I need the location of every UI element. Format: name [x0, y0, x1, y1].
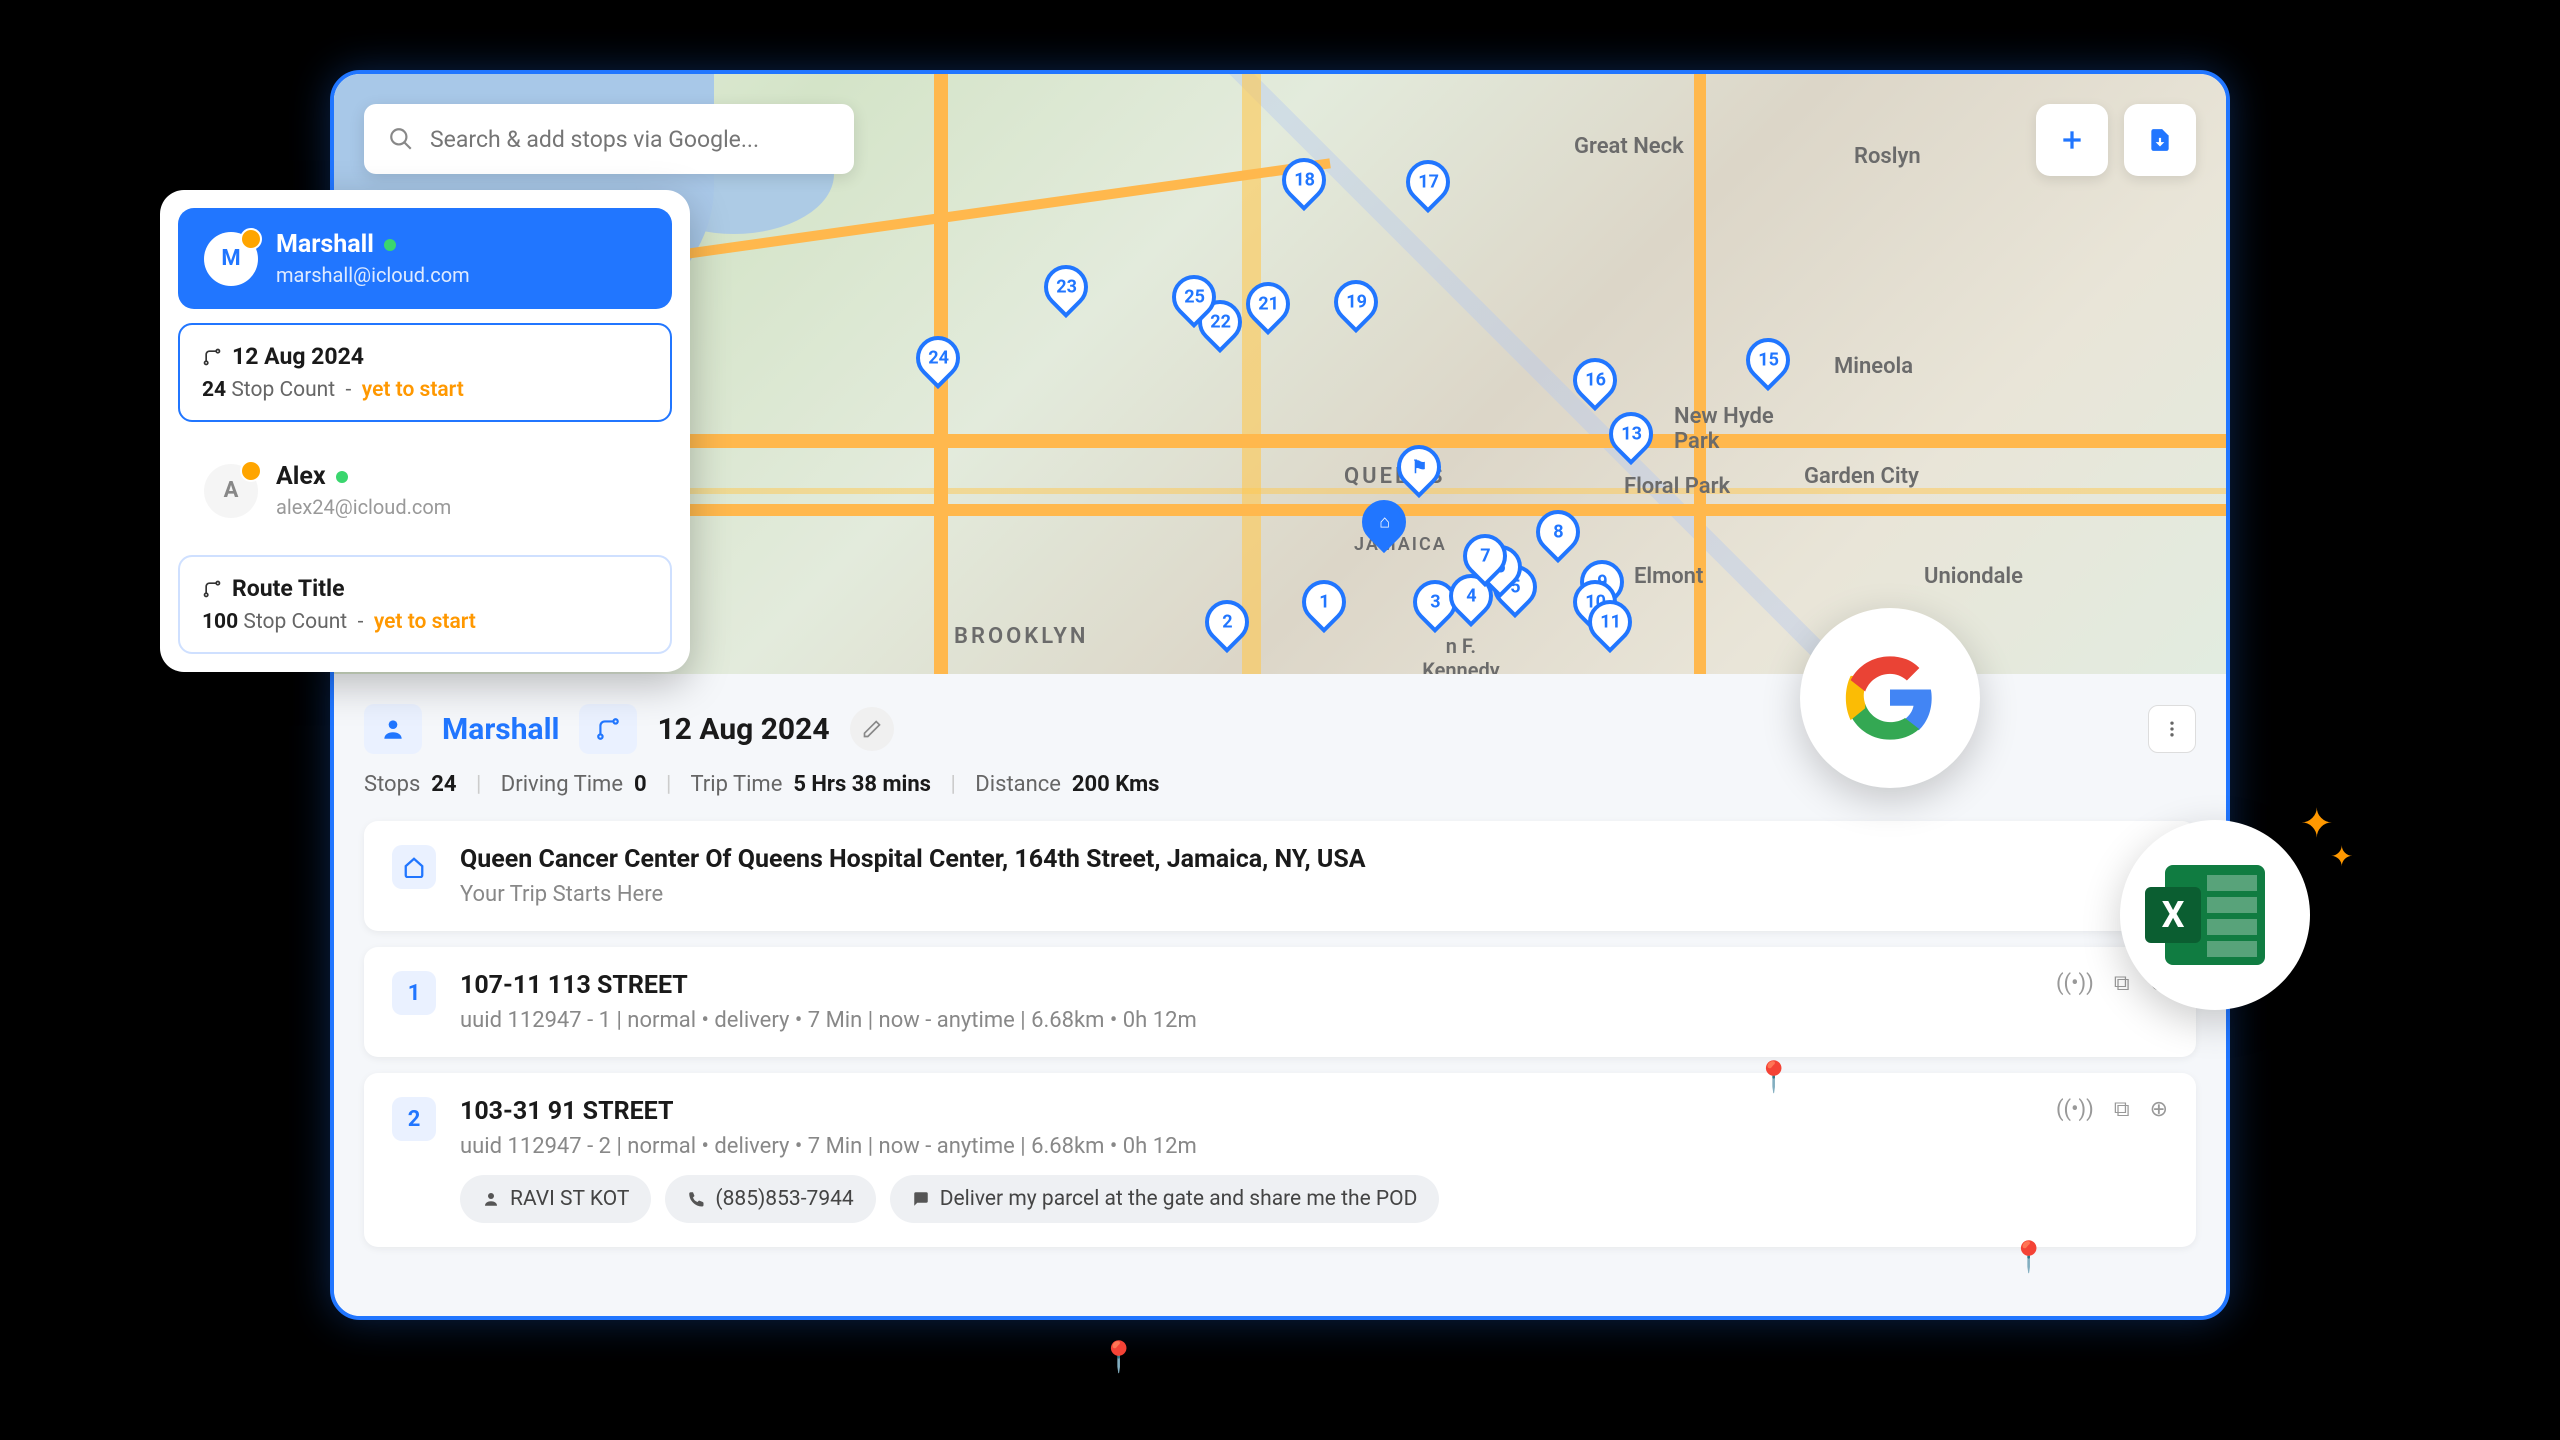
message-icon — [912, 1190, 930, 1208]
locate-icon[interactable]: ⊕ — [2150, 1097, 2168, 1122]
map-marker[interactable]: 8 — [1536, 510, 1580, 564]
search-bar[interactable] — [364, 104, 854, 174]
stop-start[interactable]: Queen Cancer Center Of Queens Hospital C… — [364, 821, 2196, 931]
driver-card[interactable]: A Alex alex24@icloud.com — [178, 440, 672, 541]
stop-row[interactable]: 2 103-31 91 STREET uuid 112947 - 2 | nor… — [364, 1073, 2196, 1247]
sparkle-icon: ✦ — [2330, 840, 2353, 873]
stop-subtitle: uuid 112947 - 1 | normal • delivery • 7 … — [460, 1008, 2032, 1033]
phone-icon — [687, 1190, 705, 1208]
stop-title: 103-31 91 STREET — [460, 1097, 2032, 1126]
map-flag-marker[interactable]: ⚑ — [1397, 445, 1441, 499]
pin-icon: 📍 — [1100, 1340, 1137, 1375]
route-icon — [595, 716, 621, 742]
route-icon — [202, 579, 222, 599]
route-icon — [202, 347, 222, 367]
sparkle-icon: ✦ — [2300, 800, 2334, 847]
person-icon — [380, 716, 406, 742]
copy-icon[interactable]: ⧉ — [2114, 1097, 2130, 1122]
import-button[interactable] — [2124, 104, 2196, 176]
stop-number: 2 — [392, 1097, 436, 1141]
stop-title: 107-11 113 STREET — [460, 971, 2032, 1000]
stop-subtitle: uuid 112947 - 2 | normal • delivery • 7 … — [460, 1134, 2032, 1159]
route-icon-pill — [579, 704, 637, 754]
route-date: 12 Aug 2024 — [657, 712, 829, 747]
signal-icon[interactable]: ((•)) — [2056, 1097, 2094, 1122]
map-marker[interactable]: 2 — [1205, 600, 1249, 654]
more-menu-button[interactable] — [2148, 705, 2196, 753]
map-marker[interactable]: 16 — [1573, 358, 1617, 412]
excel-badge — [2120, 820, 2310, 1010]
map-home-marker[interactable]: ⌂ — [1362, 500, 1406, 554]
map-marker[interactable]: 13 — [1609, 412, 1653, 466]
driver-email: alex24@icloud.com — [276, 495, 451, 519]
map-marker[interactable]: 19 — [1334, 280, 1378, 334]
map-marker[interactable]: 24 — [916, 336, 960, 390]
excel-icon — [2165, 865, 2265, 965]
search-icon — [388, 126, 414, 152]
home-badge — [392, 845, 436, 889]
phone-chip[interactable]: (885)853-7944 — [665, 1175, 875, 1223]
copy-icon[interactable]: ⧉ — [2114, 971, 2130, 996]
more-vertical-icon — [2162, 719, 2182, 739]
route-driver-name: Marshall — [442, 712, 559, 747]
status-online-icon — [336, 471, 348, 483]
map-marker[interactable]: 18 — [1282, 158, 1326, 212]
driver-email: marshall@icloud.com — [276, 263, 470, 287]
pin-icon: 📍 — [1755, 1060, 1792, 1095]
signal-icon[interactable]: ((•)) — [2056, 971, 2094, 996]
route-title: Route Title — [202, 575, 648, 602]
map-marker[interactable]: 23 — [1044, 265, 1088, 319]
map-marker[interactable]: 11 — [1588, 600, 1632, 654]
stop-row[interactable]: 1 107-11 113 STREET uuid 112947 - 1 | no… — [364, 947, 2196, 1057]
map-marker[interactable]: 1 — [1302, 580, 1346, 634]
note-chip[interactable]: Deliver my parcel at the gate and share … — [890, 1175, 1440, 1223]
map-marker[interactable]: 7 — [1463, 534, 1507, 588]
home-icon — [403, 856, 425, 878]
stop-number: 1 — [392, 971, 436, 1015]
pencil-icon — [862, 719, 882, 739]
drivers-panel: M Marshall marshall@icloud.com 12 Aug 20… — [160, 190, 690, 672]
google-logo-icon — [1840, 648, 1940, 748]
driver-route-box[interactable]: 12 Aug 2024 24 Stop Count - yet to start — [178, 323, 672, 422]
map-marker[interactable]: 21 — [1246, 282, 1290, 336]
stop-actions: ((•)) ⧉ ⊕ — [2056, 1097, 2168, 1122]
google-badge — [1800, 608, 1980, 788]
map-marker[interactable]: 25 — [1172, 275, 1216, 329]
driver-name: Marshall — [276, 230, 470, 259]
stop-chips: RAVI ST KOT (885)853-7944 Deliver my par… — [460, 1175, 2032, 1223]
driver-avatar: M — [204, 232, 258, 286]
driver-card-active[interactable]: M Marshall marshall@icloud.com — [178, 208, 672, 309]
file-import-icon — [2147, 127, 2173, 153]
driver-icon-pill — [364, 704, 422, 754]
search-input[interactable] — [430, 126, 830, 153]
contact-chip[interactable]: RAVI ST KOT — [460, 1175, 651, 1223]
map-marker[interactable]: 15 — [1746, 338, 1790, 392]
driver-name: Alex — [276, 462, 451, 491]
route-date: 12 Aug 2024 — [202, 343, 648, 370]
edit-date-button[interactable] — [850, 707, 894, 751]
route-meta: 100 Stop Count - yet to start — [202, 610, 648, 634]
route-meta: 24 Stop Count - yet to start — [202, 378, 648, 402]
driver-avatar: A — [204, 464, 258, 518]
add-stop-button[interactable] — [2036, 104, 2108, 176]
map-top-actions — [2036, 104, 2196, 176]
stop-subtitle: Your Trip Starts Here — [460, 882, 2168, 907]
plus-icon — [2059, 127, 2085, 153]
person-icon — [482, 1190, 500, 1208]
map-marker[interactable]: 17 — [1406, 160, 1450, 214]
stop-title: Queen Cancer Center Of Queens Hospital C… — [460, 845, 2168, 874]
pin-icon: 📍 — [2010, 1240, 2047, 1275]
driver-route-box[interactable]: Route Title 100 Stop Count - yet to star… — [178, 555, 672, 654]
status-online-icon — [384, 239, 396, 251]
